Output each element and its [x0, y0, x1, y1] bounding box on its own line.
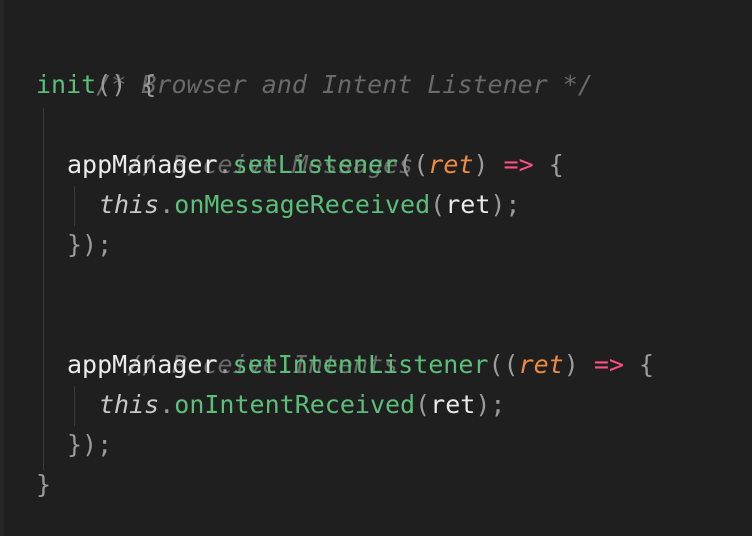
method-name: onMessageReceived — [174, 190, 431, 219]
closing-brace: }); — [67, 430, 113, 459]
code-line-4[interactable]: appManager.setListener((ret) => { — [67, 145, 564, 185]
closing-brace: } — [36, 470, 52, 499]
this-keyword: this — [99, 190, 160, 219]
parameter: ret — [518, 350, 564, 379]
close-paren: ); — [475, 390, 506, 419]
close-paren: ); — [490, 190, 521, 219]
function-name: init — [36, 70, 97, 99]
argument: ret — [445, 190, 491, 219]
code-editor[interactable]: /* Browser and Intent Listener */ init()… — [0, 0, 752, 536]
arrow-operator: => — [578, 350, 624, 379]
open-paren: ( — [430, 190, 446, 219]
code-line-3[interactable]: // Receive Messages — [67, 105, 413, 179]
dot: . — [159, 190, 175, 219]
open-paren: (( — [398, 150, 429, 179]
argument: ret — [430, 390, 476, 419]
parentheses: () — [96, 70, 127, 99]
code-line-1[interactable]: /* Browser and Intent Listener */ — [36, 25, 593, 99]
indent-guide — [43, 108, 44, 470]
this-keyword: this — [99, 390, 160, 419]
code-line-6[interactable]: }); — [67, 225, 112, 265]
code-line-7[interactable]: // Receive Intents — [67, 305, 398, 379]
dot: . — [217, 150, 233, 179]
close-paren: ) — [563, 350, 579, 379]
editor-left-border — [0, 0, 4, 536]
code-line-8[interactable]: appManager.setIntentListener((ret) => { — [67, 345, 654, 385]
parameter: ret — [428, 150, 474, 179]
method-name: onIntentReceived — [174, 390, 416, 419]
arrow-operator: => — [488, 150, 534, 179]
close-paren: ) — [473, 150, 489, 179]
open-brace: { — [126, 70, 157, 99]
open-paren: (( — [488, 350, 519, 379]
code-line-5[interactable]: this.onMessageReceived(ret); — [99, 185, 520, 225]
code-line-11[interactable]: } — [36, 465, 51, 505]
code-line-9[interactable]: this.onIntentReceived(ret); — [99, 385, 505, 425]
dot: . — [159, 390, 175, 419]
open-brace: { — [623, 350, 655, 379]
open-brace: { — [533, 150, 564, 179]
open-paren: ( — [415, 390, 431, 419]
method-name: setListener — [232, 150, 399, 179]
method-name: setIntentListener — [232, 350, 489, 379]
code-line-10[interactable]: }); — [67, 425, 112, 465]
code-line-2[interactable]: init() { — [36, 65, 156, 105]
object-name: appManager — [67, 350, 218, 379]
object-name: appManager — [67, 150, 218, 179]
block-comment: /* Browser and Intent Listener */ — [96, 70, 593, 99]
closing-brace: }); — [67, 230, 113, 259]
dot: . — [217, 350, 233, 379]
